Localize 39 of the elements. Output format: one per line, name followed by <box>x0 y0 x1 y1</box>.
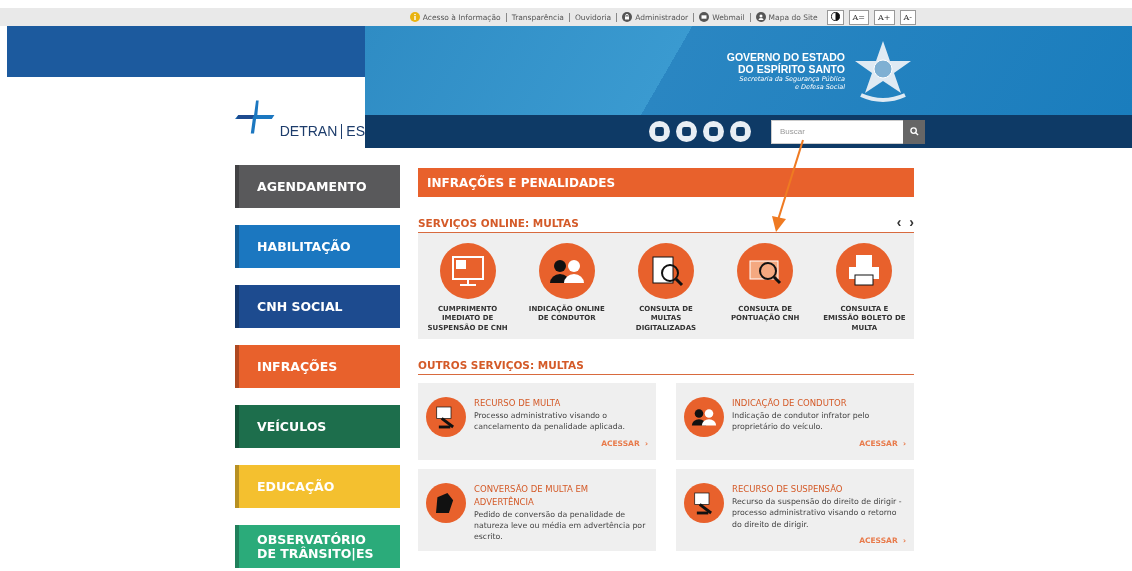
sidebar-item[interactable]: CNH SOCIAL <box>235 285 400 328</box>
sidebar-item[interactable]: AGENDAMENTO <box>235 165 400 208</box>
contrast-button[interactable] <box>826 9 844 25</box>
font-size-button[interactable]: A+ <box>874 9 895 25</box>
magnifier-card-icon <box>737 243 794 299</box>
previous-button[interactable]: ‹ <box>896 215 902 229</box>
lock-icon <box>622 12 633 22</box>
social-button[interactable] <box>649 121 670 142</box>
social-button[interactable] <box>730 121 751 142</box>
social-button[interactable] <box>676 121 697 142</box>
search-button[interactable] <box>903 119 925 144</box>
logo-text: DETRAN <box>279 123 338 139</box>
page-title: INFRAÇÕES E PENALIDADES <box>418 168 914 197</box>
next-button[interactable]: › <box>909 215 914 229</box>
section-title: SERVIÇOS ONLINE: MULTAS <box>418 217 579 229</box>
people-icon <box>684 397 724 438</box>
mail-icon <box>699 12 710 22</box>
person-icon <box>755 12 766 22</box>
font-size-button[interactable]: A= <box>848 9 870 25</box>
government-title: GOVERNO DO ESTADO <box>726 50 845 63</box>
section-title: OUTROS SERVIÇOS: MULTAS <box>418 359 584 372</box>
people-icon <box>538 243 595 299</box>
government-title: DO ESPÍRITO SANTO <box>738 62 845 75</box>
search-icon <box>909 127 919 136</box>
printer-icon <box>836 243 893 299</box>
card-title: RECURSO DE MULTA <box>474 397 562 411</box>
sidebar-item[interactable]: HABILITAÇÃO <box>235 225 400 268</box>
sidebar-item[interactable]: VEÍCULOS <box>235 405 400 448</box>
contrast-icon <box>830 11 840 21</box>
monitor-icon <box>439 243 496 299</box>
logo-text: ES <box>346 123 365 139</box>
magnifier-document-icon <box>638 243 694 299</box>
font-size-button[interactable]: A- <box>899 9 916 25</box>
card-title: RECURSO DE SUSPENSÃO <box>732 483 844 497</box>
card-title: INDICAÇÃO DE CONDUTOR <box>732 397 848 411</box>
info-icon <box>409 12 420 22</box>
social-button[interactable] <box>703 121 724 142</box>
search-field[interactable]: Buscar <box>771 119 903 144</box>
card-title: CONVERSÃO DE MULTA EM ADVERTÊNCIA <box>474 483 590 509</box>
